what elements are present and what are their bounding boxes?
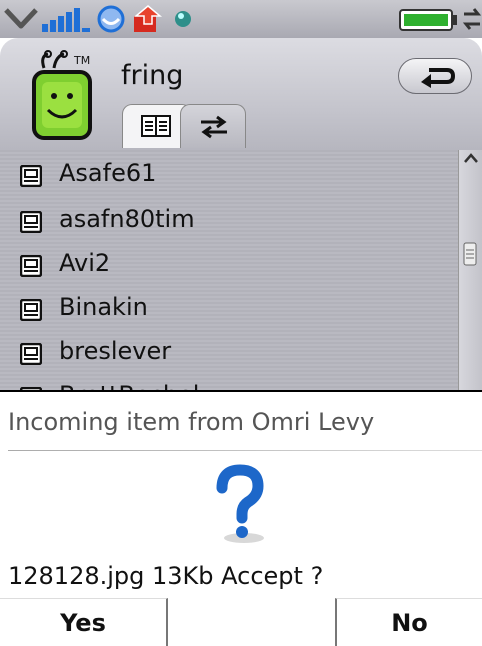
back-button[interactable]: [398, 58, 472, 94]
yes-button[interactable]: Yes: [0, 598, 168, 646]
signal-down-icon: [4, 8, 38, 29]
contact-icon: [20, 211, 42, 233]
list-item[interactable]: asafn80tim: [0, 201, 458, 243]
app-header: TM fring: [0, 38, 482, 158]
contact-name: Asafe61: [59, 159, 157, 187]
contact-icon: [20, 255, 42, 277]
contact-list: Asafe61 asafn80tim Avi2 Binakin bresleve…: [0, 150, 458, 390]
dialog-message: 128128.jpg 13Kb Accept ?: [8, 562, 324, 590]
incoming-item-dialog: Incoming item from Omri Levy 128128.jpg …: [0, 392, 482, 646]
scroll-up-icon[interactable]: [463, 152, 479, 164]
contact-name: Binakin: [59, 293, 148, 321]
status-dot-icon: [175, 11, 191, 27]
connection-icon: [97, 5, 125, 33]
status-bar: [0, 0, 482, 38]
upload-icon: [133, 5, 163, 32]
scrollbar[interactable]: [458, 150, 482, 390]
question-mark-icon: [216, 464, 264, 543]
svg-text:TM: TM: [73, 54, 90, 67]
contact-name: breslever: [59, 337, 172, 365]
dialog-title: Incoming item from Omri Levy: [8, 408, 375, 436]
contact-name: BrettBechel: [59, 381, 199, 390]
transfer-arrows-icon: [201, 115, 227, 139]
back-arrow-icon: [421, 68, 455, 88]
contact-icon: [20, 165, 42, 187]
contact-list-icon: [141, 115, 171, 137]
no-button[interactable]: No: [335, 598, 482, 646]
list-item[interactable]: BrettBechel: [0, 377, 458, 390]
list-item[interactable]: Avi2: [0, 245, 458, 287]
contact-name: asafn80tim: [59, 205, 195, 233]
fring-logo: TM: [32, 50, 92, 140]
contact-icon: [20, 343, 42, 365]
contact-name: Avi2: [59, 249, 111, 277]
scroll-thumb[interactable]: [461, 242, 479, 266]
battery-icon: [399, 9, 457, 31]
dialog-separator: [8, 450, 482, 451]
list-item[interactable]: Asafe61: [0, 155, 458, 197]
sync-icon: [462, 8, 482, 30]
list-item[interactable]: Binakin: [0, 289, 458, 331]
signal-strength-icon: [42, 8, 90, 32]
list-item[interactable]: breslever: [0, 333, 458, 375]
app-title: fring: [121, 60, 184, 91]
tab-transfers[interactable]: [180, 104, 246, 148]
contact-icon: [20, 299, 42, 321]
